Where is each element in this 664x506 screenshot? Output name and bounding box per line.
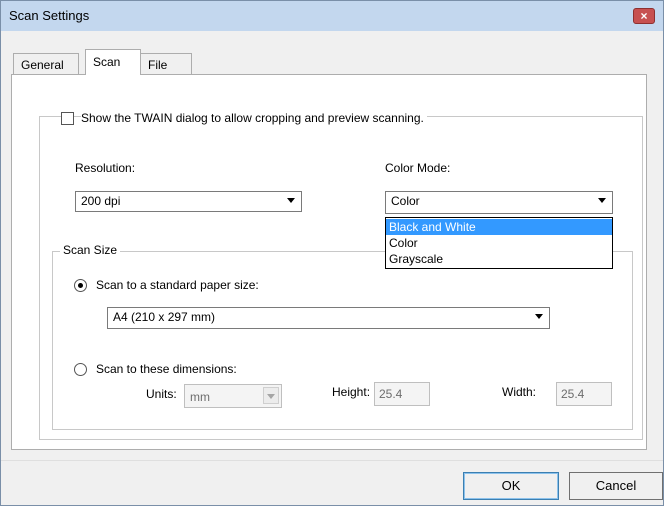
width-value: 25.4 [561,387,585,401]
resolution-label: Resolution: [75,161,136,175]
paper-size-dropdown-button[interactable] [533,310,546,323]
twain-checkbox[interactable] [61,112,74,125]
chevron-down-icon [267,394,275,399]
color-mode-dropdown-list: Black and White Color Grayscale [385,217,613,269]
standard-size-label: Scan to a standard paper size: [96,278,259,292]
chevron-down-icon [598,198,606,203]
radio-selected-dot [78,283,83,288]
chevron-down-icon [287,198,295,203]
tab-scan-label: Scan [93,55,121,69]
close-icon: × [640,9,648,23]
scan-settings-dialog: Scan Settings × General Scan File Show t… [0,0,664,506]
resolution-value: 200 dpi [81,194,121,208]
height-input[interactable]: 25.4 [374,382,430,406]
color-mode-value: Color [391,194,420,208]
color-mode-option-black-and-white[interactable]: Black and White [386,219,612,235]
height-value: 25.4 [379,387,403,401]
title-bar: Scan Settings × [1,1,663,31]
width-input[interactable]: 25.4 [556,382,612,406]
color-mode-option-grayscale[interactable]: Grayscale [386,251,612,267]
tab-file[interactable]: File [140,53,192,75]
dimensions-label: Scan to these dimensions: [96,362,237,376]
button-bar-separator [1,460,663,461]
color-mode-dropdown-button[interactable] [596,194,609,207]
resolution-dropdown-button[interactable] [285,194,298,207]
standard-size-radio[interactable] [74,279,87,292]
tab-file-label: File [148,58,168,72]
width-label: Width: [502,385,537,399]
units-value: mm [190,390,210,404]
dialog-title: Scan Settings [9,8,90,23]
tab-general-label: General [21,58,64,72]
resolution-select[interactable]: 200 dpi [75,191,302,212]
tab-scan[interactable]: Scan [85,49,141,75]
units-select[interactable]: mm [184,384,282,408]
ok-button[interactable]: OK [463,472,559,500]
scan-size-legend: Scan Size [60,243,121,257]
close-button[interactable]: × [633,8,655,24]
chevron-down-icon [535,314,543,319]
color-mode-select[interactable]: Color [385,191,613,214]
paper-size-value: A4 (210 x 297 mm) [113,310,216,324]
color-mode-label: Color Mode: [385,161,451,175]
color-mode-option-color[interactable]: Color [386,235,612,251]
twain-checkbox-label: Show the TWAIN dialog to allow cropping … [81,111,427,125]
paper-size-select[interactable]: A4 (210 x 297 mm) [107,307,550,329]
height-label: Height: [332,385,371,399]
units-label: Units: [146,387,177,401]
dimensions-radio[interactable] [74,363,87,376]
units-dropdown-button[interactable] [263,387,279,404]
cancel-button[interactable]: Cancel [569,472,663,500]
tab-general[interactable]: General [13,53,79,75]
